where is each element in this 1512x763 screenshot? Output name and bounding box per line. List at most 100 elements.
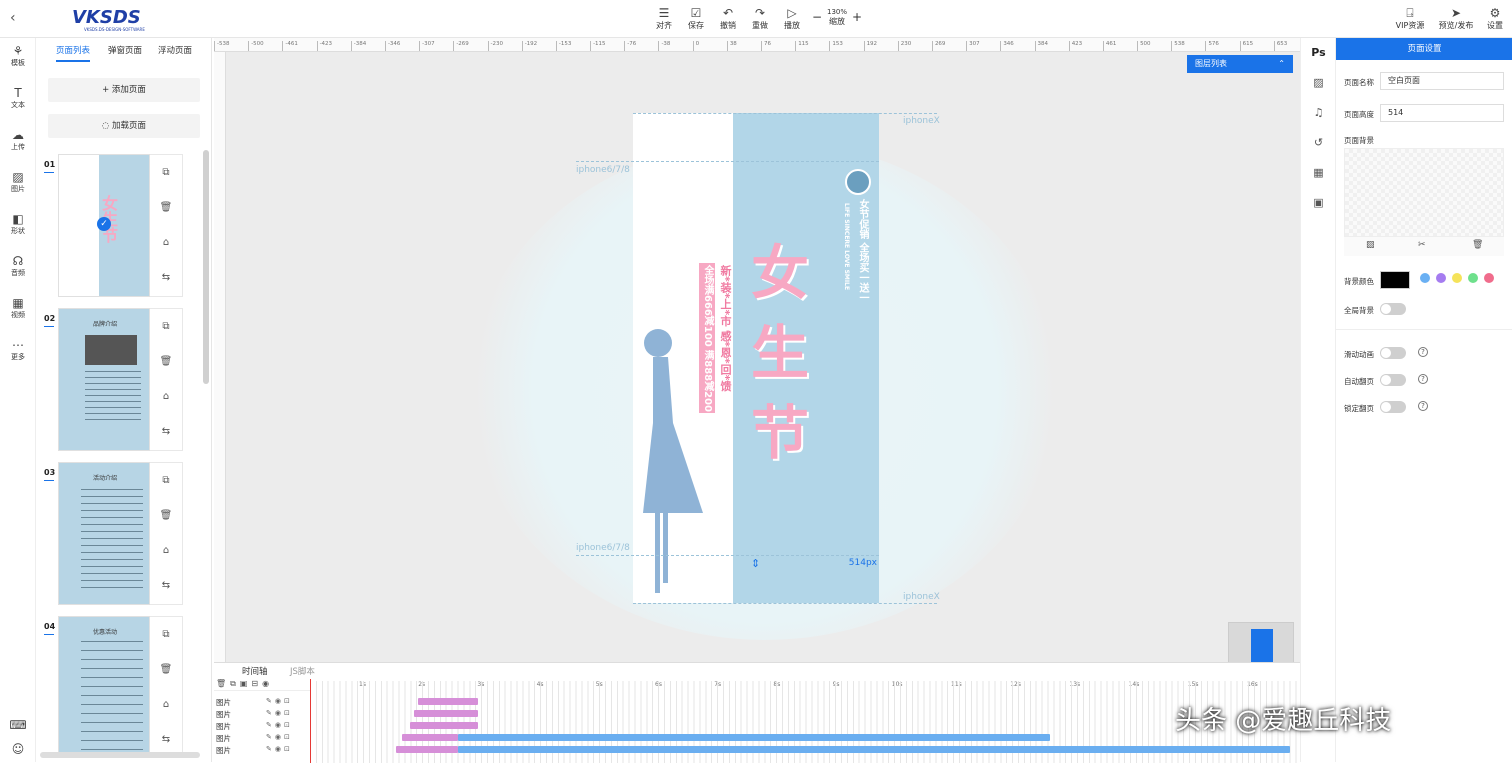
- nav-text[interactable]: T 文本: [0, 86, 36, 110]
- row-tools-icon[interactable]: ✎◉⊡: [266, 697, 293, 705]
- nav-shape[interactable]: ◧ 形状: [0, 212, 36, 236]
- move-icon[interactable]: ⇆: [150, 414, 182, 449]
- delete-icon[interactable]: 🗑: [150, 190, 182, 225]
- tab-float-pages[interactable]: 浮动页面: [158, 44, 192, 56]
- timeline-clip[interactable]: [414, 710, 478, 717]
- row-tools-icon[interactable]: ✎◉⊡: [266, 745, 293, 753]
- color-swatch[interactable]: [1484, 273, 1494, 283]
- play-button[interactable]: ▷ 播放: [778, 6, 806, 31]
- row-tools-icon[interactable]: ✎◉⊡: [266, 709, 293, 717]
- timeline-clip[interactable]: [418, 698, 478, 705]
- image-upload-icon[interactable]: ▨: [1366, 240, 1375, 250]
- music-icon[interactable]: ♫: [1301, 106, 1336, 119]
- page-thumbnail-4[interactable]: 优惠活动: [58, 616, 150, 754]
- ruler-tick: 269: [931, 41, 966, 51]
- image-icon[interactable]: ▣: [1301, 196, 1336, 209]
- global-bg-toggle[interactable]: [1380, 303, 1406, 315]
- favorite-icon[interactable]: ⌂: [150, 225, 182, 260]
- back-arrow-icon[interactable]: ‹: [10, 10, 26, 26]
- nav-template[interactable]: ⚘ 模板: [0, 44, 36, 68]
- photoshop-icon[interactable]: Ps: [1301, 46, 1336, 59]
- horizontal-scrollbar[interactable]: [40, 752, 200, 758]
- copy-icon[interactable]: ⧉: [150, 463, 182, 498]
- copy-icon[interactable]: ⧉: [150, 155, 182, 190]
- align-button[interactable]: ☰ 对齐: [650, 6, 678, 31]
- color-swatch[interactable]: [1468, 273, 1478, 283]
- auto-flip-toggle[interactable]: [1380, 374, 1406, 386]
- nav-image[interactable]: ▨ 图片: [0, 170, 36, 194]
- scissors-icon[interactable]: ✂: [1418, 240, 1426, 250]
- layer-list-button[interactable]: 图层列表 ⌃: [1187, 55, 1293, 73]
- svg-text:VKSDS: VKSDS: [72, 7, 141, 28]
- trash-icon[interactable]: 🗑: [1472, 240, 1483, 250]
- favorite-icon[interactable]: ⌂: [150, 379, 182, 414]
- undo-button[interactable]: ↶ 撤销: [714, 6, 742, 31]
- redo-icon: ↷: [754, 6, 766, 20]
- page-thumbnail-1[interactable]: 女生节 ✓: [58, 154, 150, 297]
- color-swatch[interactable]: [1436, 273, 1446, 283]
- delete-icon[interactable]: 🗑: [150, 498, 182, 533]
- move-icon[interactable]: ⇆: [150, 568, 182, 603]
- vip-button[interactable]: ⍈ VIP资源: [1392, 6, 1428, 31]
- favorite-icon[interactable]: ⌂: [150, 687, 182, 722]
- nav-upload[interactable]: ☁ 上传: [0, 128, 36, 152]
- ruler-tick: 115: [795, 41, 829, 51]
- ruler-tick: 307: [966, 41, 1000, 51]
- add-page-button[interactable]: + 添加页面: [48, 78, 200, 102]
- ruler-tick: 38: [726, 41, 761, 51]
- zoom-out-button[interactable]: −: [812, 10, 822, 24]
- help-icon[interactable]: ?: [1418, 401, 1428, 411]
- redo-button[interactable]: ↷ 重做: [746, 6, 774, 31]
- lock-flip-toggle[interactable]: [1380, 401, 1406, 413]
- color-swatch[interactable]: [1452, 273, 1462, 283]
- copy-icon[interactable]: ⧉: [150, 309, 182, 344]
- ruler-tick: 0: [692, 41, 727, 51]
- playhead[interactable]: [310, 679, 311, 763]
- copy-icon[interactable]: ⧉: [150, 617, 182, 652]
- grid-icon[interactable]: ▦: [1301, 166, 1336, 179]
- tab-page-list[interactable]: 页面列表: [56, 44, 91, 62]
- row-tools-icon[interactable]: ✎◉⊡: [266, 733, 293, 741]
- bg-color-picker[interactable]: [1380, 271, 1410, 289]
- slide-anim-toggle[interactable]: [1380, 347, 1406, 359]
- color-swatch[interactable]: [1420, 273, 1430, 283]
- history-icon[interactable]: ↺: [1301, 136, 1336, 149]
- loading-icon: ◌: [101, 121, 113, 131]
- timeline-clip[interactable]: [410, 722, 478, 729]
- timeline-clip[interactable]: [458, 734, 1050, 741]
- timeline-clip[interactable]: [396, 746, 458, 753]
- timeline-clip[interactable]: [402, 734, 458, 741]
- page-thumbnail-3[interactable]: 活动介绍: [58, 462, 150, 605]
- page-name-input[interactable]: 空白页面: [1380, 72, 1504, 90]
- zoom-in-button[interactable]: +: [852, 10, 862, 24]
- pattern-icon[interactable]: ▨: [1301, 76, 1336, 89]
- timeline-clip[interactable]: [458, 746, 1290, 753]
- user-icon[interactable]: ☺: [0, 742, 36, 756]
- load-page-button[interactable]: ◌ 加载页面: [48, 114, 200, 138]
- page-thumbnail-2[interactable]: 品牌介绍: [58, 308, 150, 451]
- save-icon: ☑: [690, 6, 702, 20]
- keyboard-icon[interactable]: ⌨: [0, 718, 36, 732]
- help-icon[interactable]: ?: [1418, 374, 1428, 384]
- row-tools-icon[interactable]: ✎◉⊡: [266, 721, 293, 729]
- favorite-icon[interactable]: ⌂: [150, 533, 182, 568]
- poster-page[interactable]: 全场满666减100 满888减200 新*装*上*市 感*恩*回*馈 女节促销…: [633, 113, 879, 603]
- move-icon[interactable]: ⇆: [150, 260, 182, 295]
- tab-timeline[interactable]: 时间轴: [242, 665, 268, 677]
- tab-js-script[interactable]: JS脚本: [290, 665, 315, 677]
- nav-audio[interactable]: ☊ 音频: [0, 254, 36, 278]
- template-icon: ⚘: [12, 44, 24, 58]
- help-icon[interactable]: ?: [1418, 347, 1428, 357]
- resize-handle-icon[interactable]: ⇕: [751, 557, 760, 570]
- timeline-tools[interactable]: 🗑⧉▣⊟◉: [214, 679, 310, 691]
- save-button[interactable]: ☑ 保存: [682, 6, 710, 31]
- page-height-input[interactable]: 514: [1380, 104, 1504, 122]
- delete-icon[interactable]: 🗑: [150, 344, 182, 379]
- nav-video[interactable]: ▦ 视频: [0, 296, 36, 320]
- page-list-scrollbar[interactable]: [203, 150, 209, 384]
- tab-popup-pages[interactable]: 弹窗页面: [108, 44, 142, 56]
- publish-button[interactable]: ➤ 预览/发布: [1436, 6, 1476, 31]
- nav-more[interactable]: ⋯ 更多: [0, 338, 36, 362]
- delete-icon[interactable]: 🗑: [150, 652, 182, 687]
- settings-button[interactable]: ⚙ 设置: [1482, 6, 1508, 31]
